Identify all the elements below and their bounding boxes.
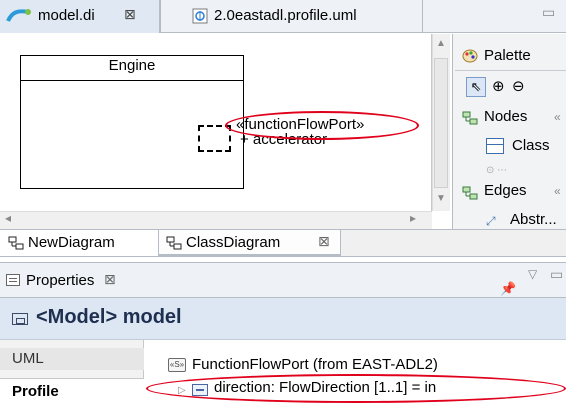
scroll-down-icon[interactable]: ▼ — [436, 193, 446, 204]
properties-icon — [6, 274, 20, 286]
abstraction-tool-icon: ⤢ — [486, 214, 496, 228]
pin-view-icon[interactable]: 📌 — [500, 281, 516, 297]
view-menu-icon[interactable]: ▽ — [528, 267, 537, 281]
palette-item-abstraction[interactable]: Abstr... — [510, 211, 557, 228]
class-tool-icon — [486, 138, 504, 154]
tab-divider — [422, 0, 423, 33]
palette-icon — [462, 49, 478, 63]
horizontal-scrollbar[interactable] — [0, 211, 432, 229]
scroll-left-icon[interactable]: ◂ — [5, 211, 11, 225]
drawer-icon — [462, 186, 478, 200]
zoom-out-icon[interactable]: ⊖ — [512, 77, 525, 95]
side-tab-uml[interactable]: UML — [0, 348, 144, 370]
class-compartment-divider — [20, 80, 244, 81]
zoom-in-icon[interactable]: ⊕ — [492, 77, 505, 95]
scroll-up-icon[interactable]: ▲ — [436, 38, 446, 49]
uml-model-file-icon — [192, 8, 208, 24]
pin-drawer-icon[interactable]: « — [554, 110, 561, 124]
palette-divider — [455, 70, 566, 71]
stereotype-icon: «S» — [168, 358, 186, 372]
tab-newdiagram-label: NewDiagram — [28, 234, 115, 251]
minimize-icon[interactable]: ▭ — [542, 4, 566, 20]
drawer-icon — [462, 111, 478, 125]
class-diagram-icon — [8, 236, 24, 250]
palette-more-icon: ⊙ ⋯ — [486, 165, 508, 176]
tab-model-di-label: model.di — [38, 7, 95, 24]
scroll-right-icon[interactable]: ▸ — [410, 211, 416, 225]
class-shape-engine[interactable] — [20, 55, 244, 189]
class-diagram-icon — [166, 236, 182, 250]
side-tab-profile[interactable]: Profile — [0, 378, 144, 403]
close-icon[interactable]: ⊠ — [124, 6, 136, 23]
class-name: Engine — [108, 57, 156, 74]
palette-item-class[interactable]: Class — [512, 137, 550, 154]
tab-divider — [160, 0, 161, 33]
applied-stereotype[interactable]: FunctionFlowPort (from EAST-ADL2) — [192, 356, 438, 373]
highlight-ellipse — [225, 111, 419, 140]
palette-drawer-edges[interactable]: Edges — [484, 182, 527, 199]
tab-profile-uml-label[interactable]: 2.0eastadl.profile.uml — [214, 7, 357, 24]
model-icon — [12, 313, 28, 325]
highlight-ellipse — [146, 374, 566, 403]
flow-port-shape[interactable] — [198, 125, 231, 152]
minimize-icon[interactable]: ▭ — [550, 266, 563, 283]
palette-title: Palette — [484, 47, 531, 64]
scrollbar-thumb[interactable] — [434, 58, 448, 188]
tab-classdiagram-label: ClassDiagram — [186, 234, 281, 251]
select-tool-icon[interactable]: ⇖ — [466, 77, 486, 97]
element-name: model — [122, 306, 182, 328]
element-type: <Model> — [36, 306, 118, 328]
properties-view-title[interactable]: Properties — [26, 272, 94, 289]
close-icon[interactable]: ⊠ — [104, 271, 116, 288]
palette-drawer-nodes[interactable]: Nodes — [484, 108, 527, 125]
pin-drawer-icon[interactable]: « — [554, 184, 561, 198]
selected-element-title: <Model> model — [36, 306, 182, 329]
close-icon[interactable]: ⊠ — [318, 233, 330, 250]
papyrus-diagram-icon — [6, 9, 31, 22]
